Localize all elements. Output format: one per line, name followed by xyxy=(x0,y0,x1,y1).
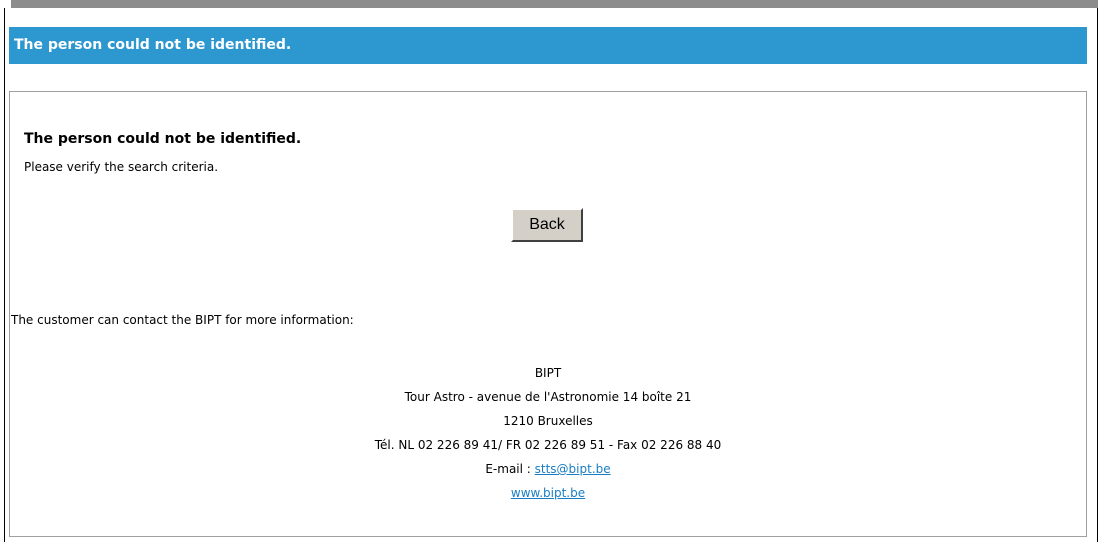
header-title: The person could not be identified. xyxy=(14,37,292,53)
contact-email-row: E-mail : stts@bipt.be xyxy=(9,461,1087,485)
email-link[interactable]: stts@bipt.be xyxy=(535,462,611,476)
top-bar xyxy=(11,0,1098,8)
contact-info: BIPT Tour Astro - avenue de l'Astronomie… xyxy=(9,365,1087,509)
page-header: The person could not be identified. xyxy=(9,27,1087,64)
website-link[interactable]: www.bipt.be xyxy=(511,486,585,500)
error-title: The person could not be identified. xyxy=(24,131,302,147)
contact-name: BIPT xyxy=(534,366,562,380)
contact-city: 1210 Bruxelles xyxy=(503,414,593,428)
contact-phone: Tél. NL 02 226 89 41/ FR 02 226 89 51 - … xyxy=(374,438,722,452)
contact-intro: The customer can contact the BIPT for mo… xyxy=(11,313,354,327)
error-subtitle: Please verify the search criteria. xyxy=(24,160,219,174)
back-button[interactable]: Back xyxy=(511,208,583,242)
contact-address: Tour Astro - avenue de l'Astronomie 14 b… xyxy=(404,390,692,404)
email-label: E-mail : xyxy=(485,462,535,476)
website-row: www.bipt.be xyxy=(9,485,1087,509)
